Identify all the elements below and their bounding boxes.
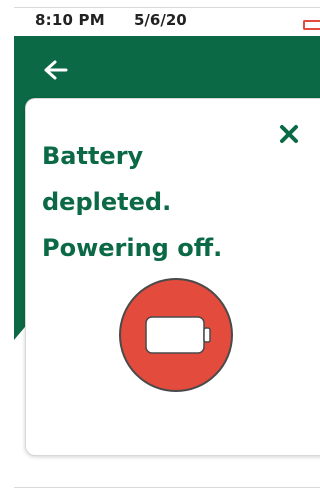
close-icon[interactable] [278,123,300,145]
device-screen: 8:10 PM 5/6/20 Battery depleted. Powerin… [0,0,320,491]
status-time: 8:10 PM [35,11,105,29]
battery-empty-icon [118,277,234,393]
status-date: 5/6/20 [134,11,187,29]
back-arrow-icon[interactable] [43,59,69,81]
message-line-1: Battery [42,142,144,170]
status-bar: 8:10 PM 5/6/20 [0,8,320,36]
bottom-divider [14,487,320,488]
battery-alert-dialog: Battery depleted. Powering off. [25,98,320,456]
dialog-message: Battery depleted. Powering off. [42,133,272,271]
message-line-2: depleted. [42,188,172,216]
message-line-3: Powering off. [42,234,223,262]
battery-low-icon [303,20,320,30]
